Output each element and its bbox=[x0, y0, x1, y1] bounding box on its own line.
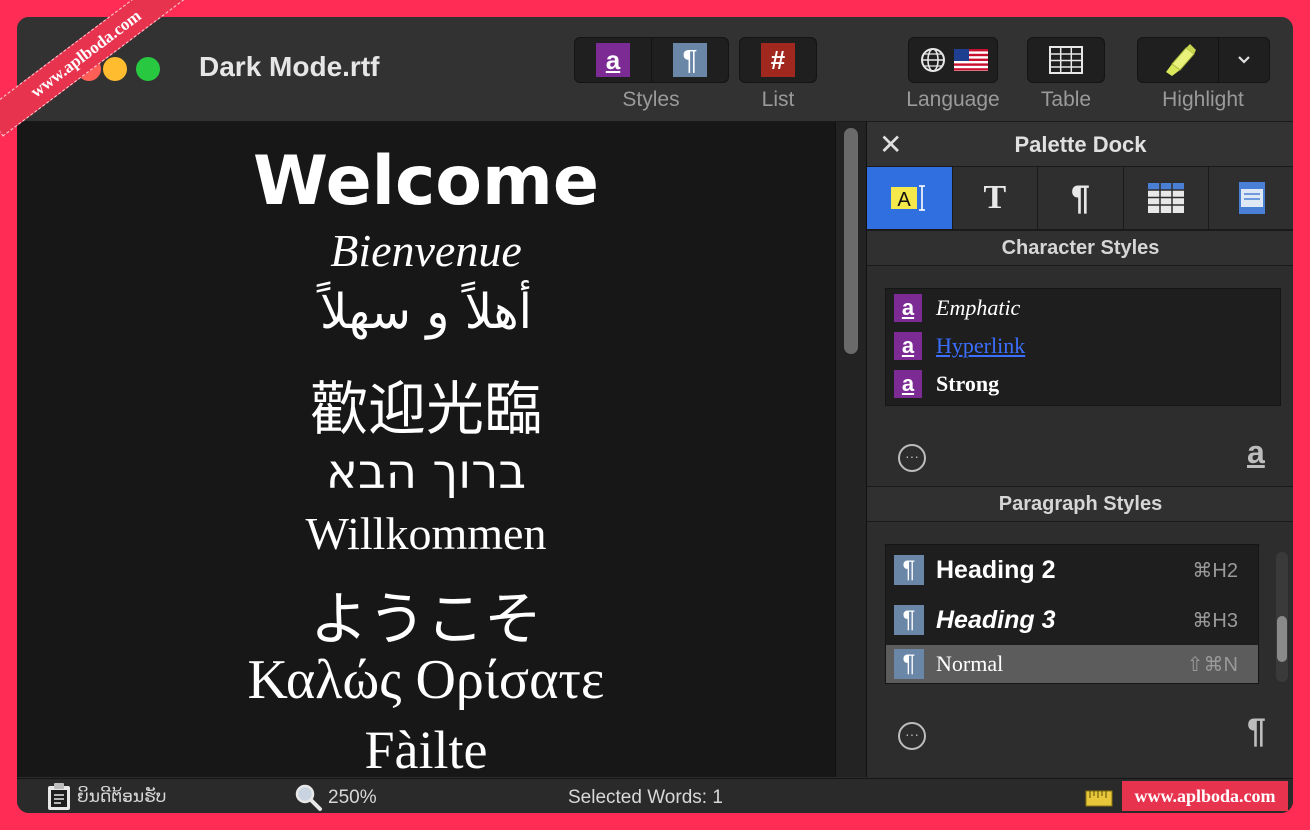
para-style-label: Heading 3 bbox=[936, 605, 1056, 634]
chevron-down-icon bbox=[1238, 56, 1250, 64]
character-styles-more-button[interactable]: ··· bbox=[898, 444, 926, 472]
palette-dock: ✕ Palette Dock A T ¶ Character Styles a … bbox=[866, 122, 1293, 777]
document-editor[interactable]: Welcome Bienvenue أهلاً و سهلاً 歡迎光臨 ברו… bbox=[17, 122, 835, 777]
us-flag-icon bbox=[954, 49, 988, 71]
status-bar: ຍິນດີຕ້ອນຮັບ 250% Selected Words: 1 bbox=[17, 778, 1293, 813]
highlight-dropdown-button[interactable] bbox=[1219, 38, 1269, 82]
paragraph-styles-scrollbar-thumb[interactable] bbox=[1277, 616, 1287, 662]
list-button-face: # bbox=[740, 38, 816, 82]
new-character-style-button[interactable]: a bbox=[1247, 434, 1265, 471]
tab-table[interactable] bbox=[1123, 167, 1210, 229]
para-style-normal[interactable]: ¶ Normal ⇧⌘N bbox=[886, 645, 1258, 683]
tab-font[interactable]: T bbox=[952, 167, 1039, 229]
zoom-window-button[interactable] bbox=[136, 57, 160, 81]
character-style-icon: a bbox=[894, 294, 922, 322]
text-line-failte: Fàilte bbox=[364, 720, 488, 777]
paragraph-style-icon: ¶ bbox=[894, 649, 924, 679]
watermark-badge: www.aplboda.com bbox=[1122, 781, 1288, 811]
para-style-shortcut: ⇧⌘N bbox=[1186, 653, 1238, 676]
paragraph-styles-scrollbar[interactable] bbox=[1276, 552, 1288, 682]
highlighter-icon bbox=[1166, 44, 1196, 76]
styles-group: a ¶ bbox=[574, 37, 729, 83]
app-window: Dark Mode.rtf a ¶ Styles # List Language… bbox=[17, 17, 1293, 813]
text-line-hebrew: ברוך הבא bbox=[325, 444, 527, 500]
para-style-heading-2[interactable]: ¶ Heading 2 ⌘H2 bbox=[886, 545, 1258, 595]
minimize-window-button[interactable] bbox=[103, 57, 127, 81]
paragraph-styles-button[interactable]: ¶ bbox=[652, 38, 728, 82]
character-style-icon: a bbox=[894, 332, 922, 360]
paragraph-style-icon: ¶ bbox=[894, 555, 924, 585]
editor-scrollbar-thumb[interactable] bbox=[844, 128, 858, 354]
globe-icon bbox=[921, 48, 945, 72]
table-label: Table bbox=[1040, 88, 1092, 111]
zoom-magnifier-icon[interactable] bbox=[293, 782, 323, 812]
editor-scrollbar[interactable] bbox=[835, 122, 866, 777]
paragraph-style-icon: ¶ bbox=[673, 43, 707, 77]
char-style-label: Emphatic bbox=[936, 295, 1021, 320]
palette-dock-header: ✕ Palette Dock bbox=[867, 122, 1293, 167]
tab-styles[interactable]: A bbox=[867, 167, 953, 229]
text-line-willkommen: Willkommen bbox=[305, 508, 547, 559]
styles-label: Styles bbox=[622, 88, 680, 111]
char-style-emphatic[interactable]: a Emphatic bbox=[886, 289, 1280, 327]
paragraph-icon: ¶ bbox=[1071, 178, 1090, 217]
char-style-label: Strong bbox=[936, 371, 1000, 396]
character-style-icon: a bbox=[894, 370, 922, 398]
text-line-arabic: أهلاً و سهلاً bbox=[320, 284, 532, 340]
selected-words-count: Selected Words: 1 bbox=[568, 787, 723, 808]
para-style-heading-3[interactable]: ¶ Heading 3 ⌘H3 bbox=[886, 595, 1258, 645]
tab-paragraph[interactable]: ¶ bbox=[1038, 167, 1124, 229]
paragraph-styles-list: ¶ Heading 2 ⌘H2 ¶ Heading 3 ⌘H3 ¶ Normal… bbox=[885, 544, 1259, 684]
char-style-strong[interactable]: a Strong bbox=[886, 365, 1280, 403]
language-label: Language bbox=[906, 88, 1000, 111]
highlight-group bbox=[1137, 37, 1270, 83]
paragraph-styles-header: Paragraph Styles bbox=[867, 486, 1293, 522]
table-grid-icon bbox=[1148, 183, 1185, 213]
paragraph-styles-more-button[interactable]: ··· bbox=[898, 722, 926, 750]
table-button-face bbox=[1028, 38, 1104, 82]
language-button[interactable] bbox=[908, 37, 998, 83]
text-line-greek: Καλώς Ορίσατε bbox=[247, 649, 605, 711]
text-line-welcome: Welcome bbox=[252, 142, 599, 221]
char-style-label: Hyperlink bbox=[936, 333, 1026, 358]
toolbar: Dark Mode.rtf a ¶ Styles # List Language… bbox=[17, 17, 1293, 122]
character-styles-button[interactable]: a bbox=[575, 38, 652, 82]
list-button[interactable]: # bbox=[739, 37, 817, 83]
list-label: List bbox=[761, 88, 795, 111]
page-layout-icon bbox=[1238, 182, 1265, 214]
character-styles-list: a Emphatic a Hyperlink a Strong bbox=[885, 288, 1281, 406]
table-icon bbox=[1049, 46, 1083, 74]
character-styles-header: Character Styles bbox=[867, 230, 1293, 266]
para-style-shortcut: ⌘H3 bbox=[1192, 609, 1238, 632]
table-button[interactable] bbox=[1027, 37, 1105, 83]
clipboard-icon[interactable] bbox=[46, 782, 72, 812]
palette-tabs: A T ¶ bbox=[867, 167, 1293, 230]
window-title: Dark Mode.rtf bbox=[199, 51, 380, 82]
svg-text:A: A bbox=[898, 189, 912, 211]
para-style-shortcut: ⌘H2 bbox=[1192, 559, 1238, 582]
highlight-button[interactable] bbox=[1138, 38, 1219, 82]
highlight-label: Highlight bbox=[1162, 88, 1244, 111]
para-style-label: Heading 2 bbox=[936, 555, 1056, 584]
list-icon: # bbox=[761, 43, 795, 77]
para-style-label: Normal bbox=[936, 651, 1004, 676]
language-button-face bbox=[909, 38, 997, 82]
palette-dock-title: Palette Dock bbox=[1014, 132, 1147, 157]
font-t-icon: T bbox=[983, 179, 1007, 216]
tab-layout[interactable] bbox=[1209, 167, 1293, 229]
status-language-text: ຍິນດີຕ້ອນຮັບ bbox=[77, 787, 167, 806]
character-style-icon: a bbox=[596, 43, 630, 77]
styles-text-cursor-icon: A bbox=[891, 185, 926, 211]
zoom-level[interactable]: 250% bbox=[328, 787, 377, 809]
new-paragraph-style-button[interactable]: ¶ bbox=[1247, 712, 1266, 751]
ruler-icon[interactable] bbox=[1085, 788, 1113, 808]
char-style-hyperlink[interactable]: a Hyperlink bbox=[886, 327, 1280, 365]
text-line-chinese: 歡迎光臨 bbox=[309, 375, 542, 443]
paragraph-style-icon: ¶ bbox=[894, 605, 924, 635]
text-line-bienvenue: Bienvenue bbox=[330, 225, 522, 276]
text-line-japanese: ようこそ bbox=[309, 585, 542, 653]
